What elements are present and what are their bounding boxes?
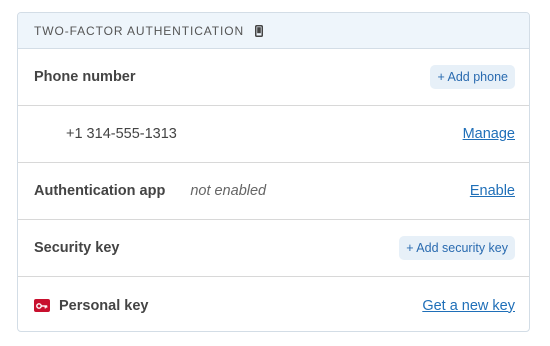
get-new-key-link[interactable]: Get a new key xyxy=(422,298,515,314)
manage-phone-link[interactable]: Manage xyxy=(463,126,515,142)
panel-header: TWO-FACTOR AUTHENTICATION xyxy=(18,13,529,49)
phone-number-row: Phone number + Add phone xyxy=(18,49,529,106)
phone-number-label: Phone number xyxy=(34,69,136,85)
key-icon xyxy=(34,299,50,312)
authentication-app-status: not enabled xyxy=(190,183,267,199)
phone-number-value: +1 314-555-1313 xyxy=(66,126,177,142)
authentication-app-label: Authentication app xyxy=(34,183,166,199)
phone-entry-row: +1 314-555-1313 Manage xyxy=(18,106,529,163)
personal-key-label: Personal key xyxy=(59,297,149,314)
mobile-phone-icon xyxy=(255,24,264,37)
panel-title: TWO-FACTOR AUTHENTICATION xyxy=(34,23,245,38)
two-factor-panel: TWO-FACTOR AUTHENTICATION Phone number +… xyxy=(17,12,530,332)
security-key-label: Security key xyxy=(34,240,120,256)
security-key-row: Security key + Add security key xyxy=(18,220,529,277)
personal-key-row: Personal key Get a new key xyxy=(18,277,529,331)
enable-auth-app-link[interactable]: Enable xyxy=(470,183,515,199)
add-phone-button[interactable]: + Add phone xyxy=(430,65,515,89)
authentication-app-row: Authentication app not enabled Enable xyxy=(18,163,529,220)
add-security-key-button[interactable]: + Add security key xyxy=(399,236,515,260)
